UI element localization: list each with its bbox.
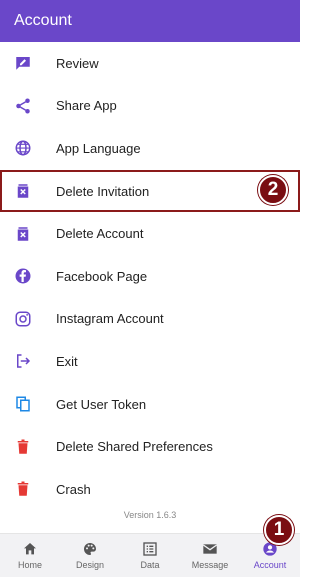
bottom-navigation: Home Design Data Message Account xyxy=(0,533,300,577)
nav-item-design[interactable]: Design xyxy=(60,534,120,577)
menu-item-app-language[interactable]: App Language xyxy=(0,127,300,170)
menu-item-delete-account[interactable]: Delete Account xyxy=(0,212,300,255)
exit-icon xyxy=(14,352,32,370)
step-badge-2: 2 xyxy=(258,175,288,205)
menu-item-label: Share App xyxy=(56,98,117,114)
mail-icon xyxy=(202,544,218,554)
trash-icon xyxy=(14,480,32,498)
share-icon xyxy=(14,97,32,115)
nav-label: Message xyxy=(191,560,229,570)
instagram-icon xyxy=(14,310,32,328)
step-badge-1: 1 xyxy=(264,515,294,545)
menu-item-label: Exit xyxy=(56,353,78,369)
facebook-icon xyxy=(14,267,32,285)
home-icon xyxy=(24,543,36,555)
menu-item-label: Get User Token xyxy=(56,396,147,412)
menu-item-delete-shared-preferences[interactable]: Delete Shared Preferences xyxy=(0,425,300,468)
nav-item-home[interactable]: Home xyxy=(0,534,60,577)
app-bar: Account xyxy=(0,0,300,42)
menu-item-delete-invitation[interactable]: Delete Invitation xyxy=(0,169,300,213)
menu-item-label: Review xyxy=(56,55,99,71)
delete-box-icon xyxy=(14,225,32,243)
menu-item-exit[interactable]: Exit xyxy=(0,340,300,383)
list-icon xyxy=(143,542,157,556)
page-title: Account xyxy=(14,12,72,29)
review-icon xyxy=(14,54,32,72)
menu-item-label: Delete Invitation xyxy=(56,183,150,199)
menu-item-label: Delete Account xyxy=(56,226,144,242)
menu-item-label: Delete Shared Preferences xyxy=(56,439,213,455)
delete-box-icon xyxy=(14,182,32,200)
nav-label: Data xyxy=(140,560,160,570)
nav-item-message[interactable]: Message xyxy=(180,534,240,577)
menu-item-get-user-token[interactable]: Get User Token xyxy=(0,383,300,426)
menu-item-facebook-page[interactable]: Facebook Page xyxy=(0,255,300,298)
menu-item-label: Facebook Page xyxy=(56,268,148,284)
menu-item-crash[interactable]: Crash xyxy=(0,468,300,511)
version-text: Version 1.6.3 xyxy=(123,510,177,520)
copy-icon xyxy=(14,395,32,413)
nav-item-data[interactable]: Data xyxy=(120,534,180,577)
nav-label: Design xyxy=(75,560,104,570)
menu-item-instagram-account[interactable]: Instagram Account xyxy=(0,298,300,341)
globe-icon xyxy=(14,139,32,157)
nav-label: Home xyxy=(17,560,42,570)
menu-item-label: Crash xyxy=(56,481,91,497)
palette-icon xyxy=(84,543,96,555)
menu-item-share-app[interactable]: Share App xyxy=(0,85,300,128)
menu-item-label: Instagram Account xyxy=(56,311,164,327)
trash-icon xyxy=(14,438,32,456)
account-menu: Review Share App App Language Delete Inv… xyxy=(0,42,300,511)
menu-item-review[interactable]: Review xyxy=(0,42,300,85)
nav-label: Account xyxy=(253,560,287,570)
menu-item-label: App Language xyxy=(56,140,141,156)
